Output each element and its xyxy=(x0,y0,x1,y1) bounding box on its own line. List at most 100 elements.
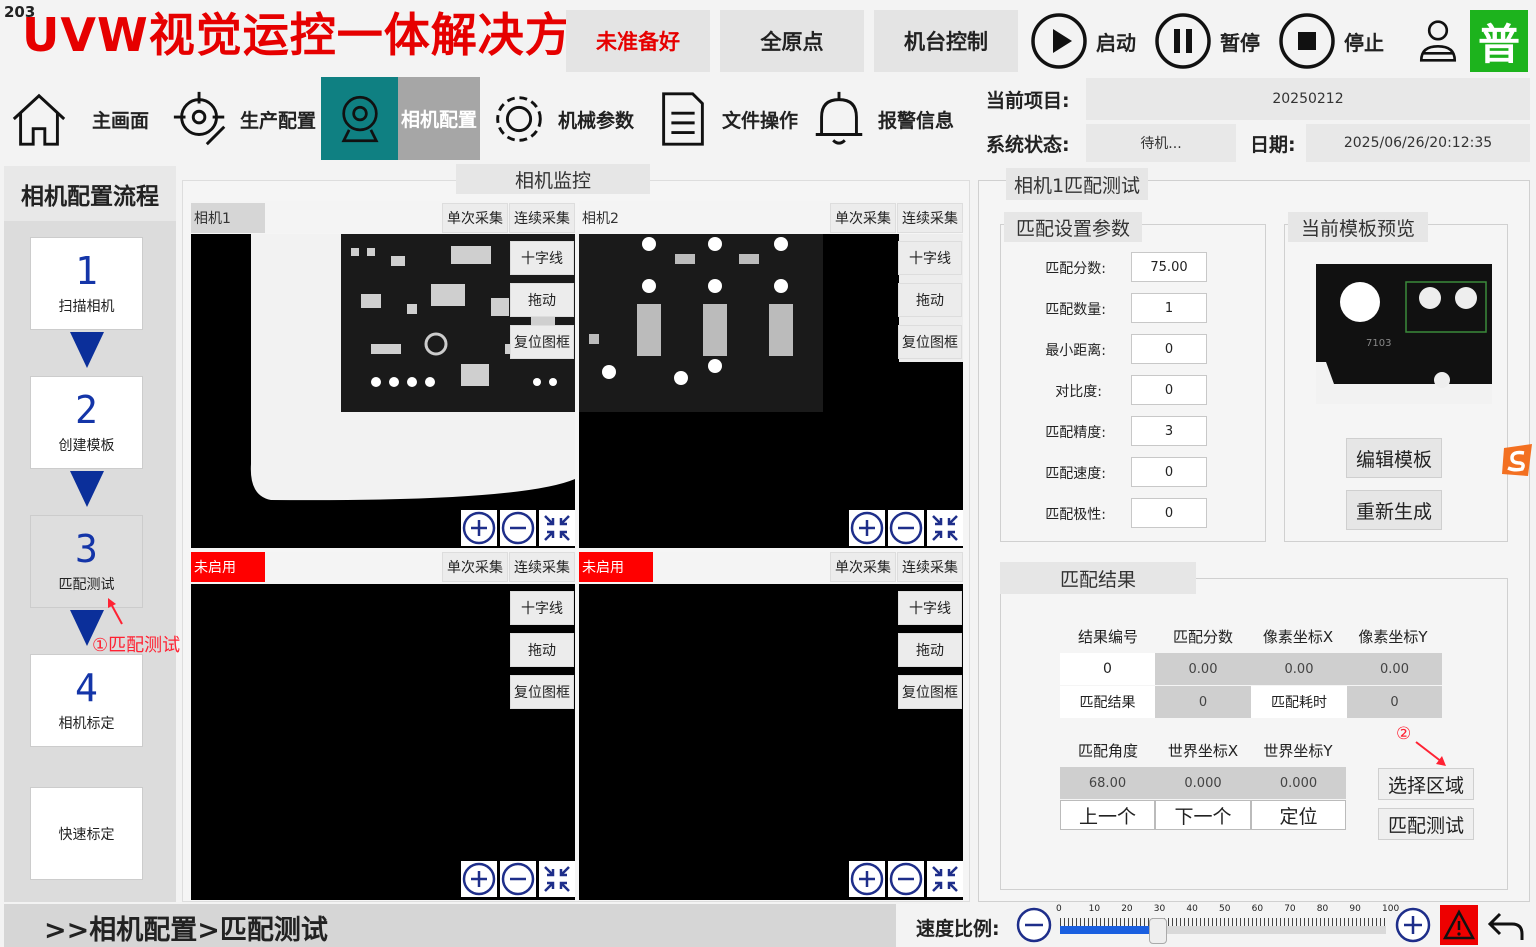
match-score-input[interactable]: 75.00 xyxy=(1131,252,1207,282)
contrast-input[interactable]: 0 xyxy=(1131,375,1207,405)
zoom-controls xyxy=(461,861,575,897)
annotation-step-1: ①匹配测试 xyxy=(92,635,181,656)
continuous-capture-button[interactable]: 连续采集 xyxy=(509,552,575,582)
speed-slider[interactable]: 0 10 20 30 40 50 60 70 80 90 100 xyxy=(1056,904,1399,947)
camera-2-label: 相机2 xyxy=(579,203,653,233)
reset-frame-button[interactable]: 复位图框 xyxy=(898,325,962,359)
speed-tick-label: 30 xyxy=(1153,904,1166,914)
app-window: 203 UVW视觉运控一体解决方案 未准备好 全原点 机台控制 启动 暂停 停止… xyxy=(0,0,1536,947)
alarm-button[interactable] xyxy=(1440,905,1478,945)
zoom-out-icon[interactable] xyxy=(888,510,924,546)
home-icon xyxy=(12,93,66,146)
single-capture-button[interactable]: 单次采集 xyxy=(442,203,508,233)
nav-label-camera[interactable]: 相机配置 xyxy=(398,77,480,160)
drag-button[interactable]: 拖动 xyxy=(898,633,962,667)
camera-3-view[interactable] xyxy=(191,584,575,900)
camera-2-view[interactable] xyxy=(579,234,963,548)
template-image: 7103 xyxy=(1316,264,1492,404)
drag-button[interactable]: 拖动 xyxy=(510,283,574,317)
zoom-out-icon[interactable] xyxy=(500,861,536,897)
continuous-capture-button[interactable]: 连续采集 xyxy=(509,203,575,233)
locate-button[interactable]: 定位 xyxy=(1251,800,1346,830)
continuous-capture-button[interactable]: 连续采集 xyxy=(897,203,963,233)
regenerate-button[interactable]: 重新生成 xyxy=(1346,490,1442,530)
project-value: 20250212 xyxy=(1086,78,1530,120)
back-icon[interactable] xyxy=(1486,906,1526,944)
home-all-button[interactable]: 全原点 xyxy=(720,10,864,72)
start-button[interactable]: 启动 xyxy=(1030,10,1136,72)
drag-button[interactable]: 拖动 xyxy=(898,283,962,317)
speed-tick-label: 10 xyxy=(1088,904,1101,914)
stop-button[interactable]: 停止 xyxy=(1278,10,1384,72)
camera-1-view[interactable] xyxy=(191,234,575,548)
ready-status-button[interactable]: 未准备好 xyxy=(566,10,710,72)
nav-label-production: 生产配置 xyxy=(240,109,317,132)
step-card-match[interactable]: 3 匹配测试 xyxy=(30,515,143,608)
param-label: 匹配速度: xyxy=(1045,466,1106,482)
zoom-in-icon[interactable] xyxy=(849,510,885,546)
step-card-calibrate[interactable]: 4 相机标定 xyxy=(30,654,143,747)
step-number: 3 xyxy=(75,526,98,571)
camera-monitor-title: 相机监控 xyxy=(456,164,650,194)
speed-increase-icon[interactable] xyxy=(1394,904,1432,946)
nav-item-camera[interactable] xyxy=(321,77,398,160)
nav-item-files[interactable]: 文件操作 xyxy=(652,84,798,154)
next-result-button[interactable]: 下一个 xyxy=(1155,800,1251,830)
nav-item-mechanical[interactable]: 机械参数 xyxy=(488,84,634,154)
crosshair-button[interactable]: 十字线 xyxy=(510,241,574,275)
user-button[interactable] xyxy=(1410,10,1466,72)
camera-icon xyxy=(340,95,379,142)
camera-4-view[interactable] xyxy=(579,584,963,900)
speed-decrease-icon[interactable] xyxy=(1015,904,1053,946)
match-test-button[interactable]: 匹配测试 xyxy=(1378,808,1474,840)
drag-button[interactable]: 拖动 xyxy=(510,633,574,667)
step-card-create[interactable]: 2 创建模板 xyxy=(30,376,143,469)
template-preview-title: 当前模板预览 xyxy=(1288,212,1428,242)
quick-calibration-button[interactable]: 快速标定 xyxy=(30,787,143,880)
single-capture-button[interactable]: 单次采集 xyxy=(442,552,508,582)
reset-frame-button[interactable]: 复位图框 xyxy=(898,675,962,709)
previous-result-button[interactable]: 上一个 xyxy=(1060,800,1155,830)
fit-view-icon[interactable] xyxy=(927,861,963,897)
single-capture-button[interactable]: 单次采集 xyxy=(830,552,896,582)
quick-calibration-label: 快速标定 xyxy=(58,826,115,843)
crosshair-button[interactable]: 十字线 xyxy=(898,241,962,275)
speed-slider-knob[interactable] xyxy=(1148,918,1167,944)
zoom-in-icon[interactable] xyxy=(461,510,497,546)
zoom-in-icon[interactable] xyxy=(461,861,497,897)
match-speed-input[interactable]: 0 xyxy=(1131,457,1207,487)
fit-view-icon[interactable] xyxy=(539,861,575,897)
nav-label-files: 文件操作 xyxy=(722,109,799,132)
breadcrumb: >>相机配置>匹配测试 xyxy=(44,915,328,946)
zoom-out-icon[interactable] xyxy=(888,861,924,897)
edit-template-button[interactable]: 编辑模板 xyxy=(1346,438,1442,478)
match-time-value: 0 xyxy=(1347,686,1442,718)
nav-item-alarms[interactable]: 报警信息 xyxy=(808,84,954,154)
crosshair-button[interactable]: 十字线 xyxy=(898,591,962,625)
pause-button[interactable]: 暂停 xyxy=(1154,10,1260,72)
crosshair-button[interactable]: 十字线 xyxy=(510,591,574,625)
speed-tick-label: 90 xyxy=(1349,904,1361,914)
single-capture-button[interactable]: 单次采集 xyxy=(830,203,896,233)
nav-item-production[interactable]: 生产配置 xyxy=(170,84,316,154)
reset-frame-button[interactable]: 复位图框 xyxy=(510,675,574,709)
machine-control-button[interactable]: 机台控制 xyxy=(874,10,1018,72)
match-count-input[interactable]: 1 xyxy=(1131,293,1207,323)
reset-frame-button[interactable]: 复位图框 xyxy=(510,325,574,359)
select-region-button[interactable]: 选择区域 xyxy=(1378,768,1474,800)
fit-view-icon[interactable] xyxy=(927,510,963,546)
zoom-out-icon[interactable] xyxy=(500,510,536,546)
fit-view-icon[interactable] xyxy=(539,510,575,546)
zoom-in-icon[interactable] xyxy=(849,861,885,897)
continuous-capture-button[interactable]: 连续采集 xyxy=(897,552,963,582)
sogou-ime-icon[interactable] xyxy=(1500,442,1534,478)
nav-item-main[interactable]: 主画面 xyxy=(8,84,149,154)
match-polarity-input[interactable]: 0 xyxy=(1131,498,1207,528)
match-precision-input[interactable]: 3 xyxy=(1131,416,1207,446)
step-panel-title: 相机配置流程 xyxy=(4,166,176,221)
min-distance-input[interactable]: 0 xyxy=(1131,334,1207,364)
step-card-scan[interactable]: 1 扫描相机 xyxy=(30,237,143,330)
down-arrow-icon xyxy=(70,471,104,507)
speed-tick-label: 50 xyxy=(1219,904,1231,914)
speed-tick-label: 20 xyxy=(1121,904,1133,914)
